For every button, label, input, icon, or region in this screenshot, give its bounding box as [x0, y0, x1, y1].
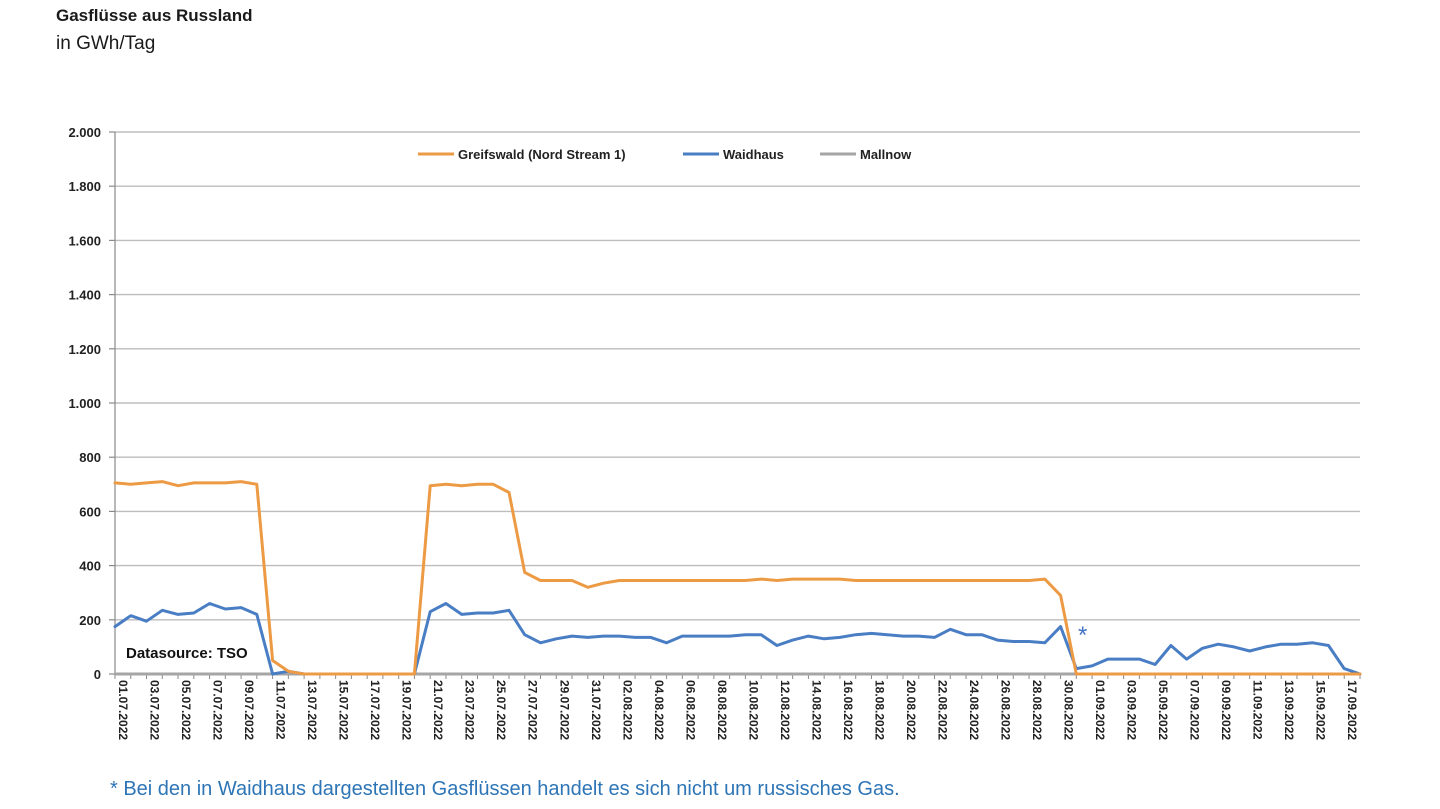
x-tick-label: 05.07.2022 [179, 680, 193, 740]
x-tick-label: 14.08.2022 [809, 680, 823, 740]
x-tick-label: 23.07.2022 [463, 680, 477, 740]
x-tick-label: 03.07.2022 [148, 680, 162, 740]
x-tick-label: 26.08.2022 [999, 680, 1013, 740]
x-tick-label: 04.08.2022 [652, 680, 666, 740]
y-tick-label: 400 [79, 559, 101, 574]
x-tick-label: 13.07.2022 [305, 680, 319, 740]
x-tick-label: 24.08.2022 [967, 680, 981, 740]
x-tick-label: 18.08.2022 [872, 680, 886, 740]
y-tick-label: 2.000 [68, 125, 101, 140]
x-tick-label: 11.07.2022 [274, 680, 288, 740]
x-tick-label: 15.07.2022 [337, 680, 351, 740]
y-tick-label: 1.400 [68, 288, 101, 303]
x-tick-label: 30.08.2022 [1062, 680, 1076, 740]
x-tick-label: 15.09.2022 [1314, 680, 1328, 740]
x-tick-label: 29.07.2022 [557, 680, 571, 740]
x-tick-label: 17.07.2022 [368, 680, 382, 740]
y-axis: 2.000 1.800 1.600 1.400 1.200 1.000 800 600 400 2… [68, 125, 116, 682]
y-tick-label: 800 [79, 450, 101, 465]
y-tick-label: 600 [79, 504, 101, 519]
legend-label: Mallnow [860, 147, 912, 162]
y-tick-label: 1.800 [68, 179, 101, 194]
x-tick-label: 19.07.2022 [400, 680, 414, 740]
x-tick-label: 09.07.2022 [242, 680, 256, 740]
series-line-waidhaus [113, 602, 1362, 676]
y-tick-label: 1.200 [68, 342, 101, 357]
x-tick-label: 22.08.2022 [935, 680, 949, 740]
x-tick-label: 17.09.2022 [1345, 680, 1359, 740]
x-tick-label: 21.07.2022 [431, 680, 445, 740]
x-tick-label: 02.08.2022 [620, 680, 634, 740]
y-tick-label: 1.000 [68, 396, 101, 411]
footnote: * Bei den in Waidhaus dargestellten Gasf… [110, 778, 900, 800]
x-tick-label: 25.07.2022 [494, 680, 508, 740]
x-tick-label: 16.08.2022 [841, 680, 855, 740]
x-tick-label: 31.07.2022 [589, 680, 603, 740]
series-line-greifswald [113, 480, 1362, 676]
waidhaus-annotation-star: * [1078, 622, 1087, 649]
x-tick-label: 12.08.2022 [778, 680, 792, 740]
x-tick-label: 03.09.2022 [1125, 680, 1139, 740]
legend-label: Waidhaus [723, 147, 784, 162]
x-tick-label: 09.09.2022 [1219, 680, 1233, 740]
x-tick-label: 13.09.2022 [1282, 680, 1296, 740]
x-tick-label: 01.07.2022 [116, 680, 130, 740]
series-lines [113, 480, 1362, 676]
y-tick-label: 200 [79, 613, 101, 628]
y-tick-label: 1.600 [68, 233, 101, 248]
line-chart: 2.000 1.800 1.600 1.400 1.200 1.000 800 600 400 2… [68, 125, 1362, 740]
x-tick-label: 10.08.2022 [746, 680, 760, 740]
data-source-label: Datasource: TSO [126, 645, 248, 662]
legend-label: Greifswald (Nord Stream 1) [458, 147, 626, 162]
legend: Greifswald (Nord Stream 1) Waidhaus Mallno… [418, 147, 912, 162]
x-tick-label: 20.08.2022 [904, 680, 918, 740]
x-tick-label: 27.07.2022 [526, 680, 540, 740]
x-tick-label: 28.08.2022 [1030, 680, 1044, 740]
x-tick-label: 06.08.2022 [683, 680, 697, 740]
x-tick-label: 11.09.2022 [1251, 680, 1265, 740]
x-tick-label: 07.07.2022 [211, 680, 225, 740]
y-tick-label: 0 [94, 667, 101, 682]
x-tick-label: 08.08.2022 [715, 680, 729, 740]
x-tick-label: 05.09.2022 [1156, 680, 1170, 740]
x-axis: 01.07.2022 03.07.2022 05.07.2022 07.07.2022… [114, 674, 1361, 740]
x-tick-label: 07.09.2022 [1188, 680, 1202, 740]
grid-lines [115, 131, 1360, 675]
x-tick-label: 01.09.2022 [1093, 680, 1107, 740]
